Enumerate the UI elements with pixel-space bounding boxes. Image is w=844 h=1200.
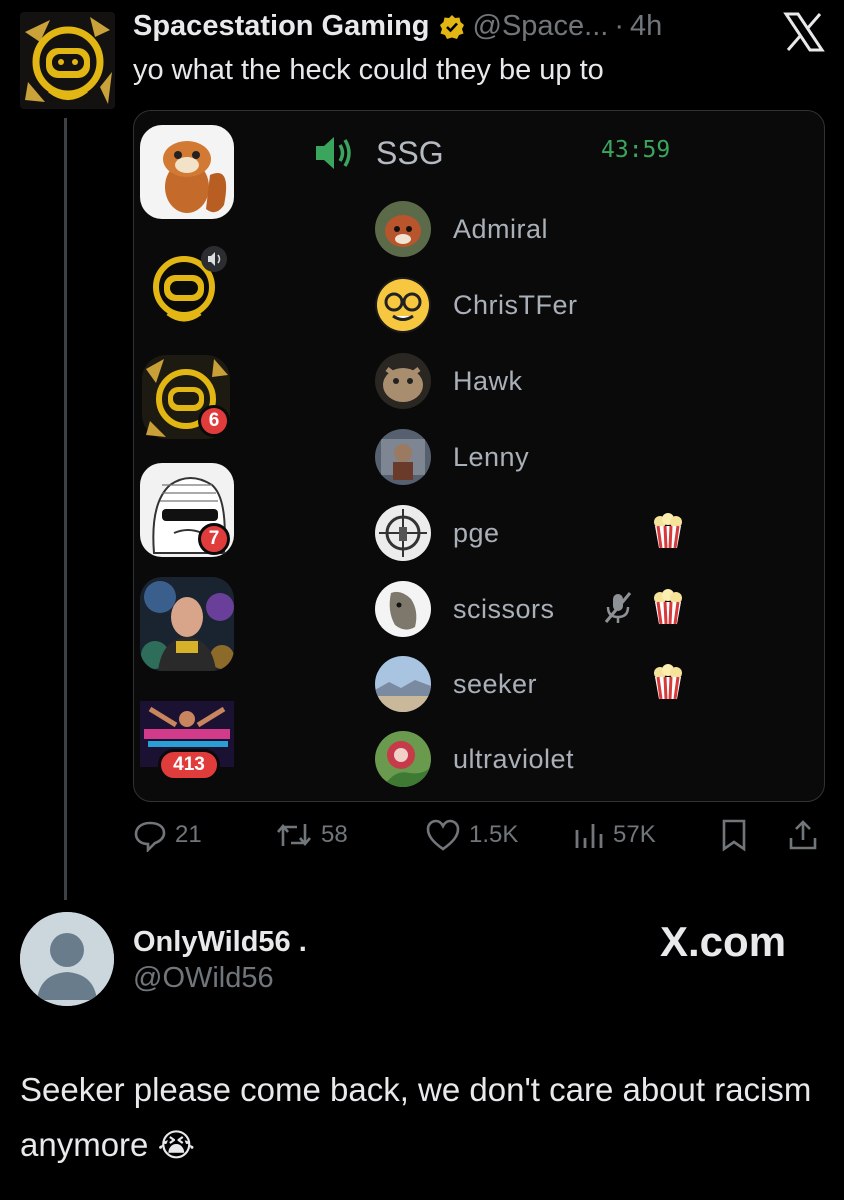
views-button[interactable]: 57K	[573, 818, 656, 852]
member-avatar	[375, 277, 431, 333]
member-avatar	[375, 656, 431, 712]
server-icon-meme[interactable]: 7	[140, 463, 234, 557]
popcorn-activity-icon	[652, 664, 684, 700]
server-icon-ssg-gold[interactable]: 6	[140, 349, 234, 443]
member-avatar	[375, 731, 431, 787]
server-badge-count: 413	[158, 749, 220, 781]
member-avatar	[375, 353, 431, 409]
member-name: Admiral	[453, 213, 549, 244]
reply-body: Seeker please come back, we don't care a…	[20, 1071, 812, 1163]
repost-count: 58	[321, 821, 348, 848]
bookmark-button[interactable]	[719, 818, 757, 852]
voice-channel-name: SSG	[376, 134, 444, 171]
tweet-text: yo what the heck could they be up to	[133, 54, 604, 86]
member-name: Lenny	[453, 441, 530, 472]
voice-member[interactable]: pge	[375, 505, 500, 561]
member-avatar	[375, 429, 431, 485]
member-name: pge	[453, 517, 500, 548]
tweet-time[interactable]: 4h	[630, 10, 662, 43]
author-handle[interactable]: @Space...	[473, 10, 609, 43]
discord-screenshot-card[interactable]: 6 7 413 SSG 43:59 Admiral ChrisTFer Hawk…	[133, 110, 825, 802]
like-button[interactable]: 1.5K	[425, 818, 518, 852]
loudly-crying-emoji-icon: 😭	[157, 1127, 195, 1163]
voice-member[interactable]: ChrisTFer	[375, 277, 578, 333]
server-badge-count: 7	[198, 523, 230, 555]
member-name: scissors	[453, 593, 555, 624]
bookmark-icon	[722, 819, 746, 852]
heart-icon	[426, 819, 460, 851]
repost-icon	[277, 823, 311, 847]
member-name: ChrisTFer	[453, 289, 578, 320]
member-avatar	[375, 581, 431, 637]
separator-dot: ·	[614, 10, 625, 42]
member-avatar	[375, 201, 431, 257]
popcorn-activity-icon	[652, 513, 684, 549]
thread-line	[64, 118, 67, 900]
verified-badge-icon	[439, 14, 465, 40]
default-avatar-icon	[20, 912, 114, 1006]
server-icon-squirrel[interactable]	[140, 125, 234, 219]
views-chart-icon	[575, 824, 603, 848]
reply-text: Seeker please come back, we don't care a…	[20, 1062, 820, 1173]
share-icon	[789, 820, 817, 850]
tweet-header: Spacestation Gaming @Space... · 4h	[133, 10, 662, 43]
member-name: Hawk	[453, 365, 523, 396]
repost-button[interactable]: 58	[275, 818, 348, 852]
spacestation-gaming-avatar[interactable]	[20, 12, 115, 109]
voice-member[interactable]: seeker	[375, 656, 537, 712]
reply-button[interactable]: 21	[133, 818, 202, 852]
server-icon-ssg[interactable]	[140, 237, 234, 331]
voice-member[interactable]: Hawk	[375, 353, 523, 409]
voice-member[interactable]: Admiral	[375, 201, 548, 257]
voice-member[interactable]: ultraviolet	[375, 731, 574, 787]
reply-author-handle[interactable]: @OWild56	[133, 962, 274, 995]
reply-count: 21	[175, 821, 202, 848]
server-icon-concert[interactable]: 413	[140, 689, 234, 783]
x-logo-icon	[782, 10, 826, 54]
reply-author-avatar[interactable]	[20, 912, 114, 1006]
author-name[interactable]: Spacestation Gaming	[133, 10, 430, 43]
x-com-watermark: X.com	[660, 918, 787, 965]
member-name: seeker	[453, 668, 538, 699]
mic-muted-icon	[602, 589, 634, 625]
member-avatar	[375, 505, 431, 561]
popcorn-activity-icon	[652, 589, 684, 625]
tweet-action-bar: 21 58 1.5K 57K	[133, 818, 833, 862]
call-timer: 43:59	[601, 137, 671, 163]
speaker-icon	[316, 137, 351, 169]
voice-member[interactable]: scissors	[375, 581, 555, 637]
server-badge-count: 6	[198, 405, 230, 437]
voice-channel-header[interactable]: SSG	[314, 133, 444, 173]
server-icon-photo[interactable]	[140, 577, 234, 671]
like-count: 1.5K	[469, 821, 519, 848]
share-button[interactable]	[787, 818, 827, 852]
reply-icon	[134, 821, 166, 852]
reply-author-name[interactable]: OnlyWild56 .	[133, 926, 307, 959]
view-count: 57K	[613, 821, 656, 848]
member-name: ultraviolet	[453, 743, 575, 774]
voice-member[interactable]: Lenny	[375, 429, 529, 485]
